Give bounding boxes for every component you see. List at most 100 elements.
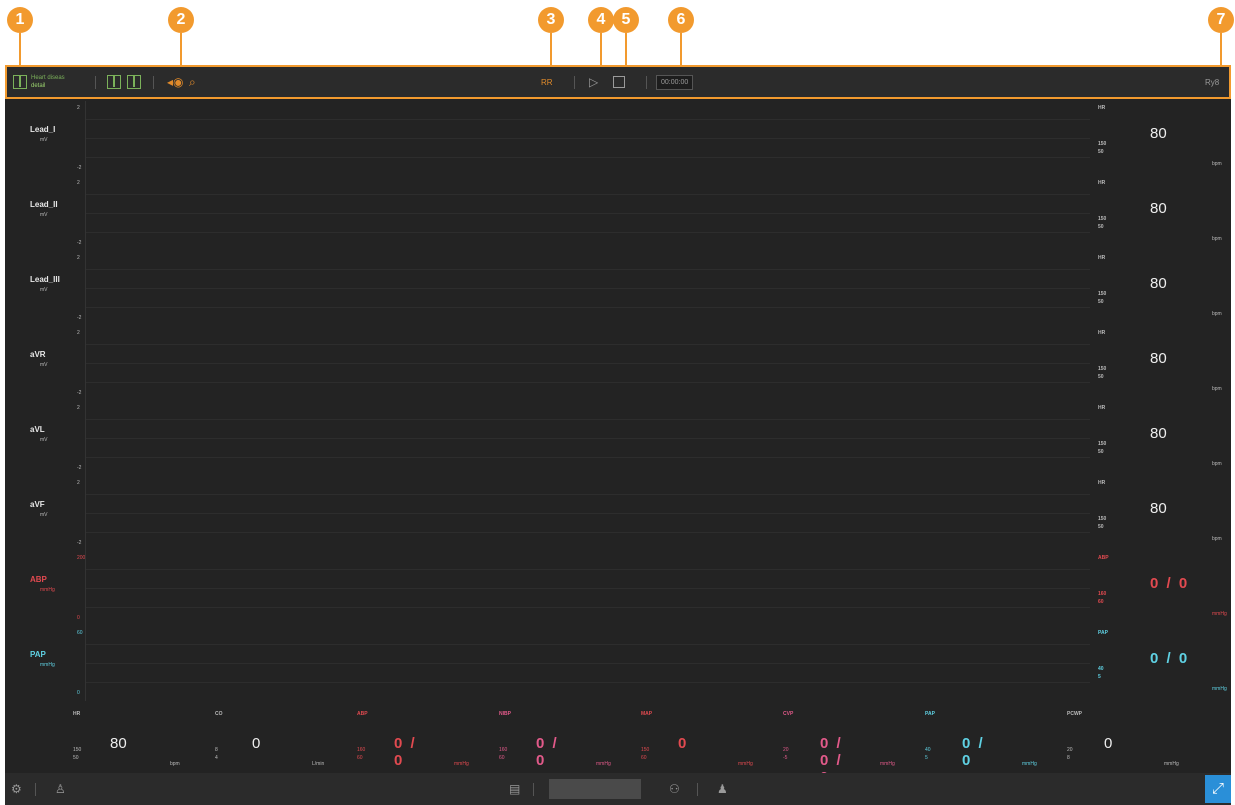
numeric-low: 8	[1067, 755, 1070, 761]
channel-avf: aVF mV 2 -2 HR 150 50 80 bpm	[5, 476, 1231, 551]
alarm-low: 5	[1098, 674, 1101, 680]
axis-min: -2	[77, 165, 82, 171]
user-button[interactable]: ♙	[55, 773, 66, 805]
numeric-value: 0 / 0	[536, 735, 559, 769]
layout-detail: detail	[31, 83, 46, 89]
layout-icon	[13, 75, 27, 89]
alarm-name: PAP	[1098, 630, 1108, 636]
channel-label: Lead_II	[30, 200, 58, 209]
clipboard-button[interactable]: ▤	[509, 773, 520, 805]
axis-max: 2	[77, 105, 80, 111]
numeric-value: 0 / 0	[394, 735, 417, 769]
alarm-low: 60	[1098, 599, 1104, 605]
channel-label: Lead_III	[30, 275, 60, 284]
alarm-name: HR	[1098, 330, 1106, 336]
numeric-name: CO	[215, 711, 223, 717]
channel-abp: ABP mmHg 200 0 ABP 160 60 0 / 0 mmHg	[5, 551, 1231, 626]
grid-view-button[interactable]	[107, 67, 121, 97]
alarm-name: HR	[1098, 180, 1106, 186]
play-button[interactable]: ▷	[589, 67, 598, 97]
alarm-high: 150	[1098, 366, 1107, 372]
waveform-plot	[85, 251, 1090, 326]
alarm-high: 150	[1098, 441, 1107, 447]
callout-6: 6	[668, 7, 694, 69]
channel-label: aVF	[30, 500, 45, 509]
numeric-value: 0 / 0	[962, 735, 985, 769]
numeric-high: 150	[73, 747, 82, 753]
channel-value: 80	[1150, 125, 1167, 142]
axis-min: 0	[77, 690, 80, 696]
numeric-high: 40	[925, 747, 931, 753]
numeric-name: NIBP	[499, 711, 511, 717]
waveform-plot	[85, 401, 1090, 476]
channel-label: aVL	[30, 425, 45, 434]
numeric-value: 0	[1104, 735, 1113, 752]
numeric-pap[interactable]: PAP 40 5 0 / 0 mmHg	[857, 705, 1037, 773]
axis-min: -2	[77, 315, 82, 321]
alarm-low: 50	[1098, 524, 1104, 530]
user-icon: ♙	[55, 782, 66, 796]
waveform-plot	[85, 476, 1090, 551]
search-record-button[interactable]: ⌕	[189, 67, 196, 97]
callout-7: 7	[1208, 7, 1234, 69]
fullscreen-button[interactable]: ⤢	[1205, 775, 1231, 803]
channel-unit: mV	[40, 362, 48, 368]
numeric-co[interactable]: CO 8 4 0 L/min	[147, 705, 324, 773]
numeric-hr[interactable]: HR 150 50 80 bpm	[5, 705, 180, 773]
toolbar-right-label[interactable]: Ry8	[1205, 67, 1219, 97]
layout-selector[interactable]: Heart diseas detail	[13, 67, 65, 97]
alarm-name: HR	[1098, 405, 1106, 411]
axis-min: 0	[77, 615, 80, 621]
alarm-high: 40	[1098, 666, 1104, 672]
binoculars-button[interactable]: ⚇	[669, 773, 680, 805]
numeric-high: 8	[215, 747, 218, 753]
alarm-high: 150	[1098, 291, 1107, 297]
numeric-value: 0	[252, 735, 261, 752]
waveform-plot	[85, 176, 1090, 251]
play-icon: ▷	[589, 75, 599, 89]
numeric-unit: mmHg	[1164, 761, 1179, 767]
elapsed-time: 00:00:00	[656, 67, 694, 97]
callout-number: 5	[613, 7, 639, 33]
split-view-button[interactable]	[127, 67, 141, 97]
stop-icon	[613, 76, 625, 88]
status-bar: ⚙ ♙ ▤ ⚇ ♟ ⤢	[5, 773, 1231, 805]
axis-max: 2	[77, 180, 80, 186]
person-button[interactable]: ♟	[717, 773, 728, 805]
status-input[interactable]	[549, 779, 641, 799]
channel-value: 80	[1150, 200, 1167, 217]
numeric-high: 160	[357, 747, 366, 753]
axis-max: 2	[77, 330, 80, 336]
channel-unit: mV	[40, 137, 48, 143]
alarm-high: 150	[1098, 216, 1107, 222]
value-unit: bpm	[1212, 386, 1222, 392]
alarm-name: HR	[1098, 480, 1106, 486]
numeric-cvp[interactable]: CVP20-50 / 0 / 0mmHg	[715, 705, 895, 786]
axis-min: -2	[77, 465, 82, 471]
numeric-map[interactable]: MAP 150 60 0 mmHg	[573, 705, 753, 773]
channel-pap: PAP mmHg 60 0 PAP 40 5 0 / 0 mmHg	[5, 626, 1231, 701]
axis-max: 2	[77, 480, 80, 486]
channel-value: 80	[1150, 350, 1167, 367]
stop-button[interactable]	[613, 67, 625, 97]
axis-max: 2	[77, 405, 80, 411]
value-unit: bpm	[1212, 161, 1222, 167]
channel-unit: mV	[40, 512, 48, 518]
magnifier-icon: ⌕	[189, 74, 196, 89]
callout-4: 4	[588, 7, 614, 69]
callout-3: 3	[538, 7, 564, 69]
numeric-nibp[interactable]: NIBP 160 60 0 / 0 mmHg	[431, 705, 611, 773]
split-view-icon	[127, 75, 141, 89]
numeric-pcwp[interactable]: PCWP 20 8 0 mmHg	[999, 705, 1179, 773]
callout-2: 2	[168, 7, 194, 69]
toolbar: Heart diseas detail ◂◉ ⌕ RR ▷ 00:00:00 R…	[5, 65, 1231, 99]
channel-label: Lead_I	[30, 125, 56, 134]
numeric-abp[interactable]: ABP 160 60 0 / 0 mmHg	[289, 705, 469, 773]
callout-number: 3	[538, 7, 564, 33]
waveform-plot	[85, 551, 1090, 626]
axis-max: 60	[77, 630, 83, 636]
sound-button[interactable]: ◂◉	[167, 67, 184, 97]
settings-button[interactable]: ⚙	[11, 773, 22, 805]
callout-number: 4	[588, 7, 614, 33]
callout-number: 2	[168, 7, 194, 33]
